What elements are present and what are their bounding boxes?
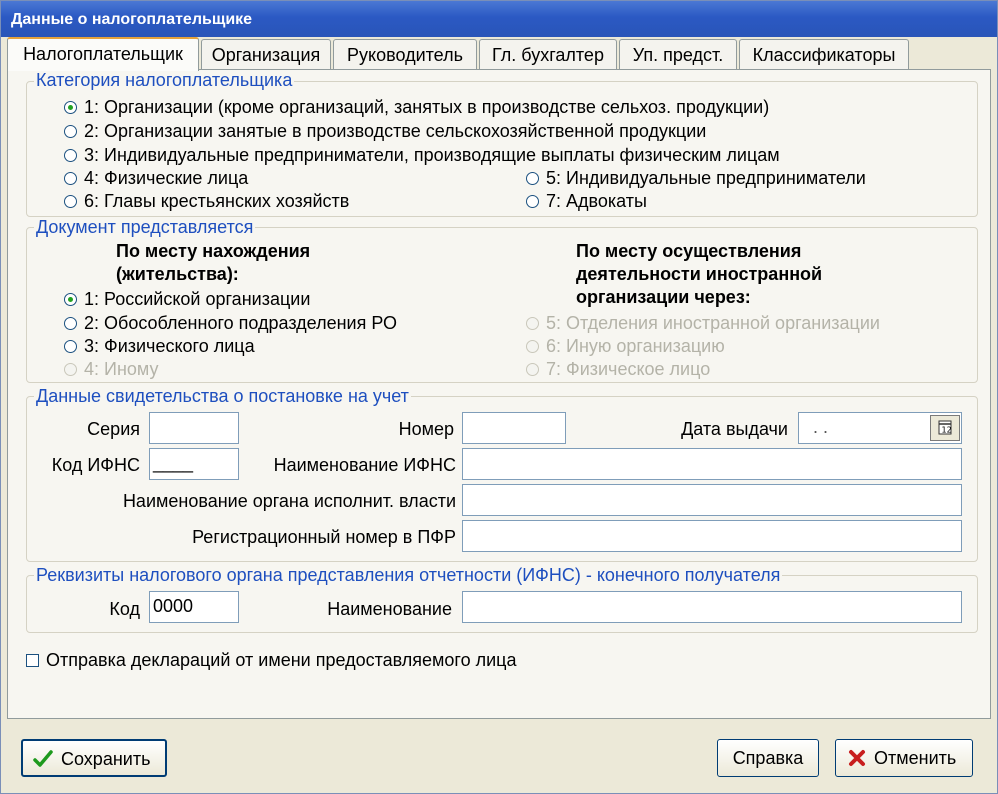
send-on-behalf-label: Отправка деклараций от имени предоставля… [46,650,517,670]
category-label-7: 7: Адвокаты [546,191,647,211]
save-button[interactable]: Сохранить [21,739,167,777]
ifns-name-label: Наименование ИФНС [273,455,456,475]
title-bar[interactable]: Данные о налогоплательщике [1,1,997,37]
number-label: Номер [398,419,454,439]
category-label-4: 4: Физические лица [84,168,249,188]
tab-organization[interactable]: Организация [201,39,331,69]
category-radio-5[interactable] [526,172,539,185]
cancel-button-label: Отменить [874,748,957,768]
svg-text:12: 12 [942,426,952,435]
category-label-3: 3: Индивидуальные предприниматели, произ… [84,145,780,165]
cancel-button[interactable]: Отменить [835,739,973,777]
document-legend: Документ представляется [34,217,256,237]
category-radio-4[interactable] [64,172,77,185]
recipient-legend: Реквизиты налогового органа представлени… [34,565,783,585]
document-label-7: 7: Физическое лицо [546,359,711,379]
series-input[interactable] [149,412,239,444]
ifns-code-input[interactable]: ____ [149,448,239,480]
document-label-3: 3: Физического лица [84,336,255,356]
document-radio-5[interactable] [526,317,539,330]
document-right-heading-1: По месту осуществления [576,241,802,261]
pfr-label: Регистрационный номер в ПФР [192,527,456,547]
category-radio-3[interactable] [64,149,77,162]
category-radio-6[interactable] [64,195,77,208]
document-label-4: 4: Иному [84,359,159,379]
category-radio-7[interactable] [526,195,539,208]
document-label-5: 5: Отделения иностранной организации [546,313,880,333]
calendar-button[interactable]: 12 [930,415,960,441]
recipient-code-label: Код [109,599,140,619]
category-legend: Категория налогоплательщика [34,70,295,90]
document-label-1: 1: Российской организации [84,289,311,309]
send-on-behalf-checkbox[interactable] [26,654,39,667]
window-title: Данные о налогоплательщике [11,11,253,28]
dialog-window: Данные о налогоплательщике Налогоплатель… [0,0,998,794]
tab-director[interactable]: Руководитель [333,39,477,69]
recipient-name-input[interactable] [462,591,962,623]
category-label-2: 2: Организации занятые в производстве се… [84,121,707,141]
ifns-name-input[interactable] [462,448,962,480]
authority-label: Наименование органа исполнит. власти [122,491,456,511]
document-right-heading-3: организации через: [576,287,751,307]
recipient-code-input[interactable]: 0000 [149,591,239,623]
category-label-5: 5: Индивидуальные предприниматели [546,168,866,188]
category-label-1: 1: Организации (кроме организаций, занят… [84,97,770,117]
document-left-heading-1: По месту нахождения [116,241,311,261]
series-label: Серия [87,419,140,439]
tab-panel: Категория налогоплательщика 1: Организац… [7,69,991,719]
checkmark-icon [33,750,53,767]
help-button[interactable]: Справка [717,739,819,777]
ifns-code-label: Код ИФНС [51,455,140,475]
document-radio-7[interactable] [526,363,539,376]
category-label-6: 6: Главы крестьянских хозяйств [84,191,350,211]
authority-input[interactable] [462,484,962,516]
cross-icon [849,750,865,766]
recipient-name-label: Наименование [327,599,452,619]
tab-classifiers[interactable]: Классификаторы [739,39,909,69]
calendar-icon: 12 [938,420,952,435]
tab-chief-accountant[interactable]: Гл. бухгалтер [479,39,617,69]
save-button-label: Сохранить [61,749,151,769]
document-radio-6[interactable] [526,340,539,353]
category-radio-2[interactable] [64,125,77,138]
certificate-legend: Данные свидетельства о постановке на уче… [34,386,411,406]
document-label-6: 6: Иную организацию [546,336,725,356]
document-radio-3[interactable] [64,340,77,353]
document-label-2: 2: Обособленного подразделения РО [84,313,397,333]
category-radio-1[interactable] [64,101,77,114]
help-button-label: Справка [732,748,804,768]
tab-authorized-rep[interactable]: Уп. предст. [619,39,737,69]
document-left-heading-2: (жительства): [116,264,239,284]
number-input[interactable] [462,412,566,444]
document-right-heading-2: деятельности иностранной [576,264,823,284]
tab-taxpayer[interactable]: Налогоплательщик [7,37,199,71]
pfr-input[interactable] [462,520,962,552]
document-radio-4[interactable] [64,363,77,376]
issue-date-label: Дата выдачи [681,419,788,439]
document-radio-1[interactable] [64,293,77,306]
document-radio-2[interactable] [64,317,77,330]
